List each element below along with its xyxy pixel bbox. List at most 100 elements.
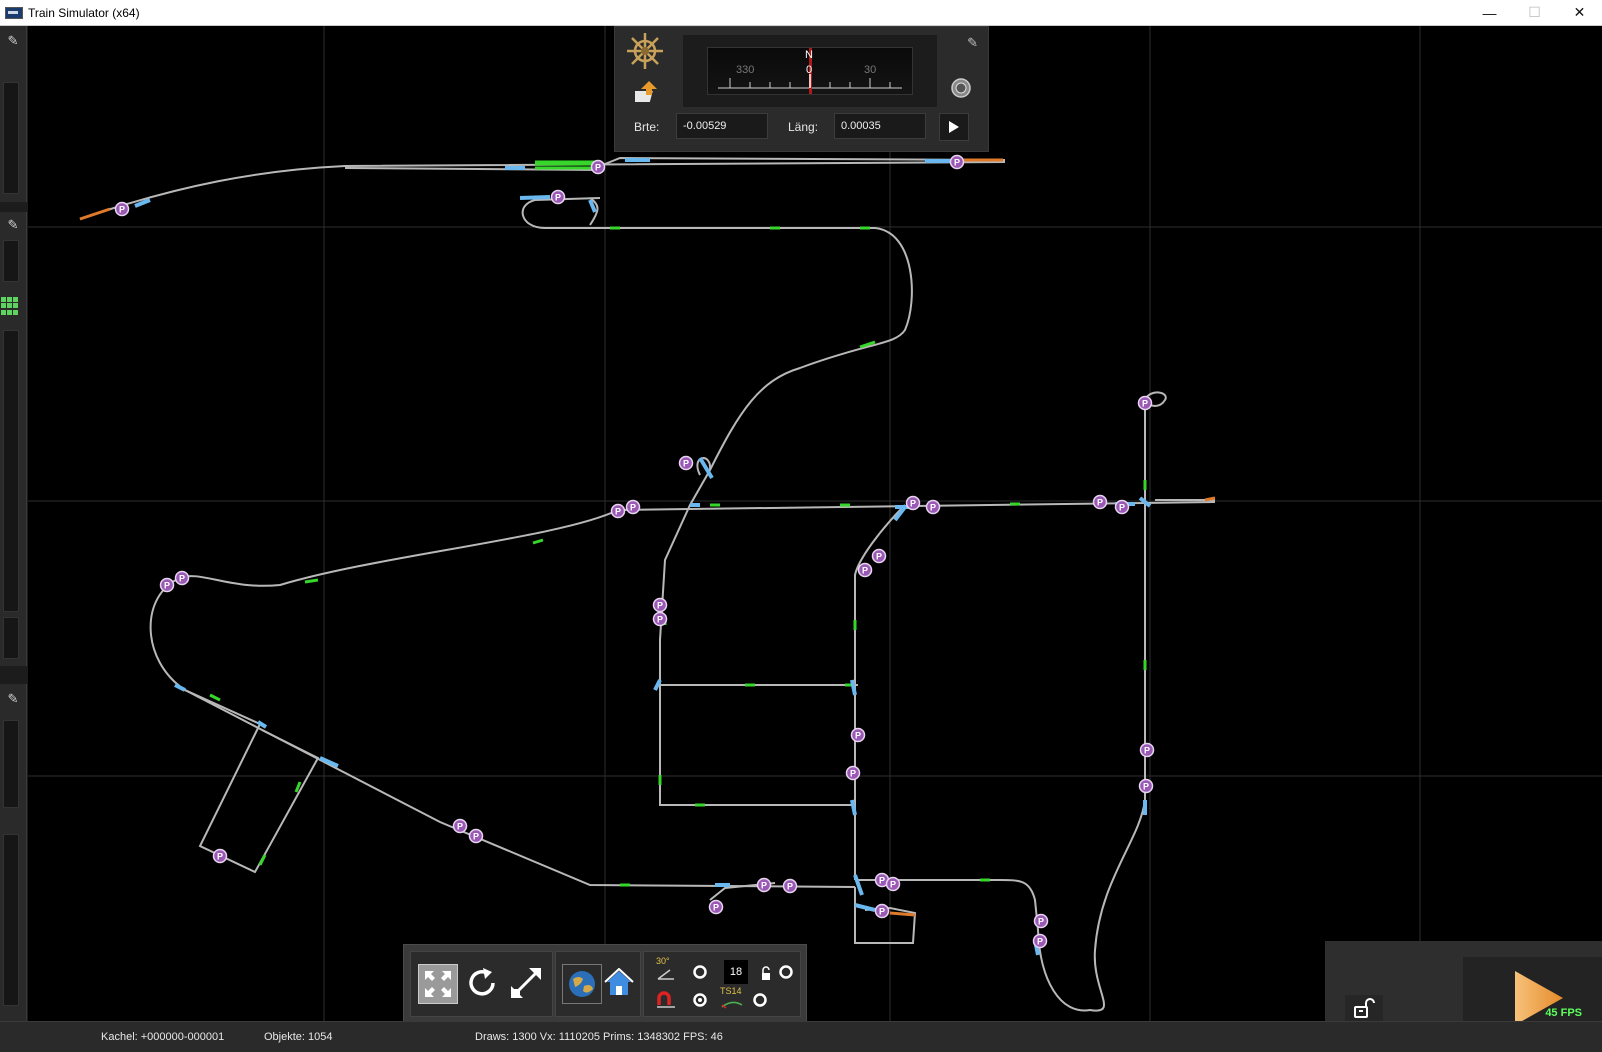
platform-marker[interactable]: P xyxy=(452,818,468,834)
track-tool-toggle[interactable] xyxy=(750,990,770,1010)
expand-arrows-icon xyxy=(425,971,451,997)
coordinate-row: Brte: Läng: xyxy=(615,109,988,145)
platform-marker[interactable]: P xyxy=(949,154,965,170)
platform-marker[interactable]: P xyxy=(905,495,921,511)
platform-marker[interactable]: P xyxy=(1033,913,1049,929)
angle-snap-toggle[interactable] xyxy=(690,962,710,982)
platform-marker[interactable]: P xyxy=(1114,499,1130,515)
ship-wheel-icon[interactable] xyxy=(623,31,667,71)
globe-icon xyxy=(569,971,595,997)
rotate-view-button[interactable] xyxy=(463,964,501,1002)
platform-marker[interactable]: P xyxy=(845,765,861,781)
angle-snap-button[interactable]: 30° xyxy=(654,956,678,980)
platform-marker[interactable]: P xyxy=(708,899,724,915)
platform-marker[interactable]: P xyxy=(1137,395,1153,411)
compass-display: 330 N 0 30 xyxy=(683,35,937,107)
marker-label: P xyxy=(179,574,185,584)
open-padlock-icon xyxy=(1354,998,1375,1018)
scale-view-button[interactable] xyxy=(507,964,545,1002)
play-panel: 45 FPS xyxy=(1325,941,1602,1025)
magnet-snap-button[interactable] xyxy=(654,990,678,1010)
marker-label: P xyxy=(119,205,125,215)
marker-label: P xyxy=(1038,917,1044,927)
dock-panel-bottom: ✎ xyxy=(0,684,27,1021)
latitude-label: Brte: xyxy=(634,120,660,134)
compass-tick-330: 330 xyxy=(736,64,755,76)
grid-view-icon[interactable] xyxy=(1,297,19,315)
platform-marker[interactable]: P xyxy=(1092,494,1108,510)
marker-label: P xyxy=(1097,498,1103,508)
minimize-button[interactable]: — xyxy=(1467,0,1512,25)
radio-ring-icon xyxy=(693,965,707,979)
platform-marker[interactable]: P xyxy=(114,201,130,217)
navigate-arrow-icon[interactable] xyxy=(635,79,661,105)
track-segment[interactable] xyxy=(79,161,1006,220)
latitude-input[interactable] xyxy=(676,113,768,139)
platform-marker[interactable]: P xyxy=(925,499,941,515)
platform-marker[interactable]: P xyxy=(610,503,626,519)
platform-marker[interactable]: P xyxy=(550,189,566,205)
platform-marker[interactable]: P xyxy=(850,727,866,743)
fit-view-button[interactable] xyxy=(418,964,458,1004)
orange-highlight xyxy=(889,911,916,917)
marker-label: P xyxy=(217,852,223,862)
pin-icon[interactable]: ✎ xyxy=(3,32,23,50)
track-map[interactable]: PP PPPP P P P P PPPPPPPPPPPPPPPP PPP PPPP xyxy=(28,26,1602,1021)
unlock-button[interactable] xyxy=(1345,995,1383,1021)
platform-marker[interactable]: P xyxy=(756,877,772,893)
platform-marker[interactable]: P xyxy=(174,570,190,586)
world-viewport[interactable]: PPPPPPPPPPPPPPPPPPPPPPPPPPPPPPPPP xyxy=(28,26,1602,1021)
platform-marker[interactable]: P xyxy=(652,597,668,613)
marker-label: P xyxy=(1119,503,1125,513)
pin-icon[interactable]: ✎ xyxy=(3,216,23,234)
platform-marker[interactable]: P xyxy=(468,828,484,844)
platform-marker[interactable]: P xyxy=(625,499,641,515)
dock-slab xyxy=(3,82,19,194)
app-icon xyxy=(5,6,23,19)
close-button[interactable]: ✕ xyxy=(1557,0,1602,25)
platform-marker[interactable]: P xyxy=(874,903,890,919)
pin-icon[interactable]: ✎ xyxy=(967,35,978,51)
track-segment[interactable] xyxy=(855,400,1146,1012)
orange-highlight xyxy=(1204,496,1216,502)
track-network[interactable] xyxy=(79,156,1216,1012)
go-to-coordinates-button[interactable] xyxy=(939,113,969,141)
platform-markers[interactable]: PP PPPP P P P P PPPPPPPPPPPPPPPP PPP PPPP xyxy=(114,154,1155,949)
value-display[interactable]: 18 xyxy=(724,960,748,984)
track-segment[interactable] xyxy=(149,509,856,888)
platform-marker[interactable]: P xyxy=(652,611,668,627)
lock-toggle-small[interactable] xyxy=(756,964,776,984)
compass-tick-30: 30 xyxy=(864,64,877,76)
bottom-toolbar: 30° 18 TS14 xyxy=(403,944,807,1023)
pin-icon[interactable]: ✎ xyxy=(3,690,23,708)
platform-marker[interactable]: P xyxy=(885,876,901,892)
dock-slab xyxy=(3,834,19,1006)
marker-label: P xyxy=(555,193,561,203)
platform-marker[interactable]: P xyxy=(678,455,694,471)
platform-marker[interactable]: P xyxy=(1138,778,1154,794)
platform-marker[interactable]: P xyxy=(590,159,606,175)
platform-marker[interactable]: P xyxy=(212,848,228,864)
platform-marker[interactable]: P xyxy=(782,878,798,894)
platform-marker[interactable]: P xyxy=(857,562,873,578)
marker-label: P xyxy=(890,880,896,890)
platform-marker[interactable]: P xyxy=(1139,742,1155,758)
marker-label: P xyxy=(761,881,767,891)
track-segment[interactable] xyxy=(184,689,320,874)
platform-marker[interactable]: P xyxy=(159,577,175,593)
marker-label: P xyxy=(1143,782,1149,792)
magnet-snap-toggle[interactable] xyxy=(690,990,710,1010)
maximize-button[interactable]: ☐ xyxy=(1512,0,1557,25)
marker-label: P xyxy=(457,822,463,832)
angle-label: 30° xyxy=(656,956,670,966)
longitude-input[interactable] xyxy=(834,113,926,139)
marker-label: P xyxy=(473,832,479,842)
platform-marker[interactable]: P xyxy=(871,548,887,564)
platform-marker[interactable]: P xyxy=(1032,933,1048,949)
track-tool-button[interactable]: TS14 xyxy=(718,986,746,1009)
target-icon[interactable] xyxy=(950,77,972,99)
world-view-button[interactable] xyxy=(562,964,602,1004)
home-button[interactable] xyxy=(600,964,638,1002)
lock-radio-toggle[interactable] xyxy=(776,962,796,982)
dock-slab xyxy=(3,330,19,612)
